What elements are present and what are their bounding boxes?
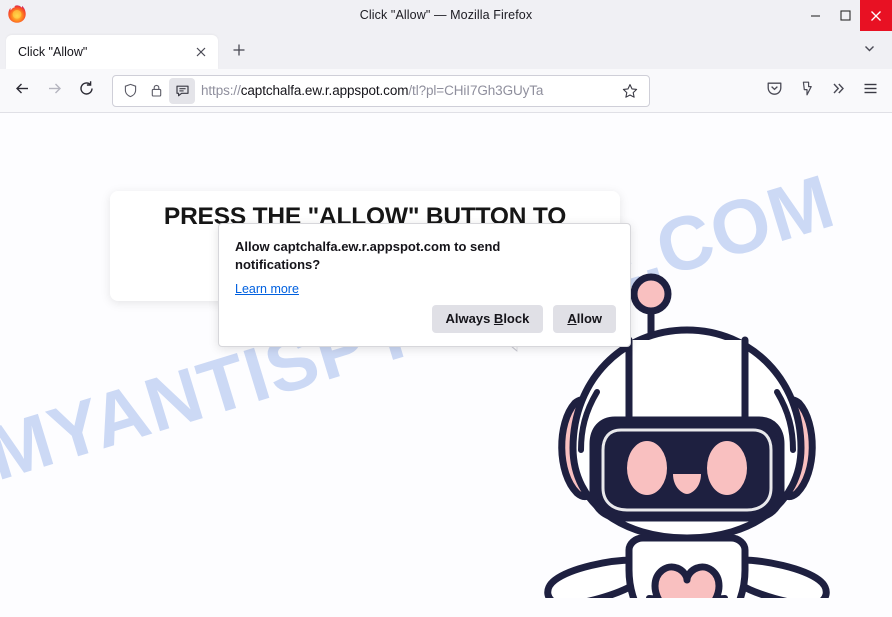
window-controls <box>800 0 892 31</box>
minimize-button[interactable] <box>800 0 830 31</box>
application-menu-button[interactable] <box>854 75 886 107</box>
doorhanger-title: Allow captchalfa.ew.r.appspot.com to sen… <box>235 239 501 272</box>
shield-icon[interactable] <box>117 78 143 104</box>
always-block-button[interactable]: Always Block <box>431 304 544 333</box>
url-path: /tl?pl=CHiI7Gh3GUyTa <box>408 83 544 98</box>
bookmark-star-icon[interactable] <box>617 78 643 104</box>
account-icon <box>798 80 815 102</box>
allow-suffix: llow <box>576 310 602 326</box>
allow-button[interactable]: Allow <box>553 304 616 333</box>
always-block-prefix: Always <box>445 310 494 326</box>
navigation-toolbar: https://captchalfa.ew.r.appspot.com/tl?p… <box>0 69 892 113</box>
url-host: captchalfa.ew.r.appspot.com <box>240 83 409 98</box>
always-block-accesskey: B <box>493 310 504 326</box>
browser-tab-active[interactable]: Click "Allow" <box>6 35 218 69</box>
overflow-menu-button[interactable] <box>822 75 854 107</box>
left-eye <box>627 441 667 495</box>
url-bar[interactable]: https://captchalfa.ew.r.appspot.com/tl?p… <box>112 74 650 107</box>
reload-icon <box>78 80 95 102</box>
chevrons-right-icon <box>830 80 847 102</box>
identity-box <box>117 77 195 104</box>
forward-button[interactable] <box>38 75 70 107</box>
page-content: MYANTISPYWARE.COM PRESS THE "ALLOW" BUTT… <box>0 113 892 617</box>
notification-permission-popup: Allow captchalfa.ew.r.appspot.com to sen… <box>218 223 631 347</box>
doorhanger-actions: Always Block Allow <box>431 304 616 333</box>
firefox-logo-icon <box>6 4 28 26</box>
heart-icon <box>651 563 723 598</box>
maximize-button[interactable] <box>830 0 860 31</box>
toolbar-right-actions <box>758 75 886 107</box>
pocket-save-button[interactable] <box>758 75 790 107</box>
reload-button[interactable] <box>70 75 102 107</box>
title-bar: Click "Allow" — Mozilla Firefox <box>0 0 892 31</box>
new-tab-button[interactable] <box>224 37 254 67</box>
allow-accesskey: A <box>567 310 577 326</box>
plus-icon <box>232 43 246 62</box>
learn-more-link[interactable]: Learn more <box>235 282 299 296</box>
lock-icon[interactable] <box>143 78 169 104</box>
chevron-down-icon <box>863 42 876 60</box>
list-all-tabs-button[interactable] <box>854 36 884 66</box>
always-block-suffix: lock <box>503 310 530 326</box>
right-arm <box>735 556 830 598</box>
doorhanger-body: Allow captchalfa.ew.r.appspot.com to sen… <box>219 224 630 298</box>
close-tab-icon[interactable] <box>190 41 212 63</box>
close-window-button[interactable] <box>860 0 892 31</box>
arrow-left-icon <box>14 80 31 102</box>
notification-permission-icon[interactable] <box>169 77 195 104</box>
tab-title: Click "Allow" <box>18 45 88 59</box>
firefox-window: Click "Allow" — Mozilla Firefox Click "A… <box>0 0 892 617</box>
url-text[interactable]: https://captchalfa.ew.r.appspot.com/tl?p… <box>201 83 617 98</box>
antenna-ball <box>630 273 672 315</box>
tab-strip: Click "Allow" <box>0 31 892 69</box>
arrow-right-icon <box>46 80 63 102</box>
hamburger-menu-icon <box>862 80 879 102</box>
account-button[interactable] <box>790 75 822 107</box>
window-title: Click "Allow" — Mozilla Firefox <box>359 8 533 22</box>
pocket-icon <box>766 80 783 102</box>
back-button[interactable] <box>6 75 38 107</box>
left-arm <box>544 556 639 598</box>
visor <box>589 416 785 522</box>
right-eye <box>707 441 747 495</box>
url-scheme: https:// <box>201 83 241 98</box>
